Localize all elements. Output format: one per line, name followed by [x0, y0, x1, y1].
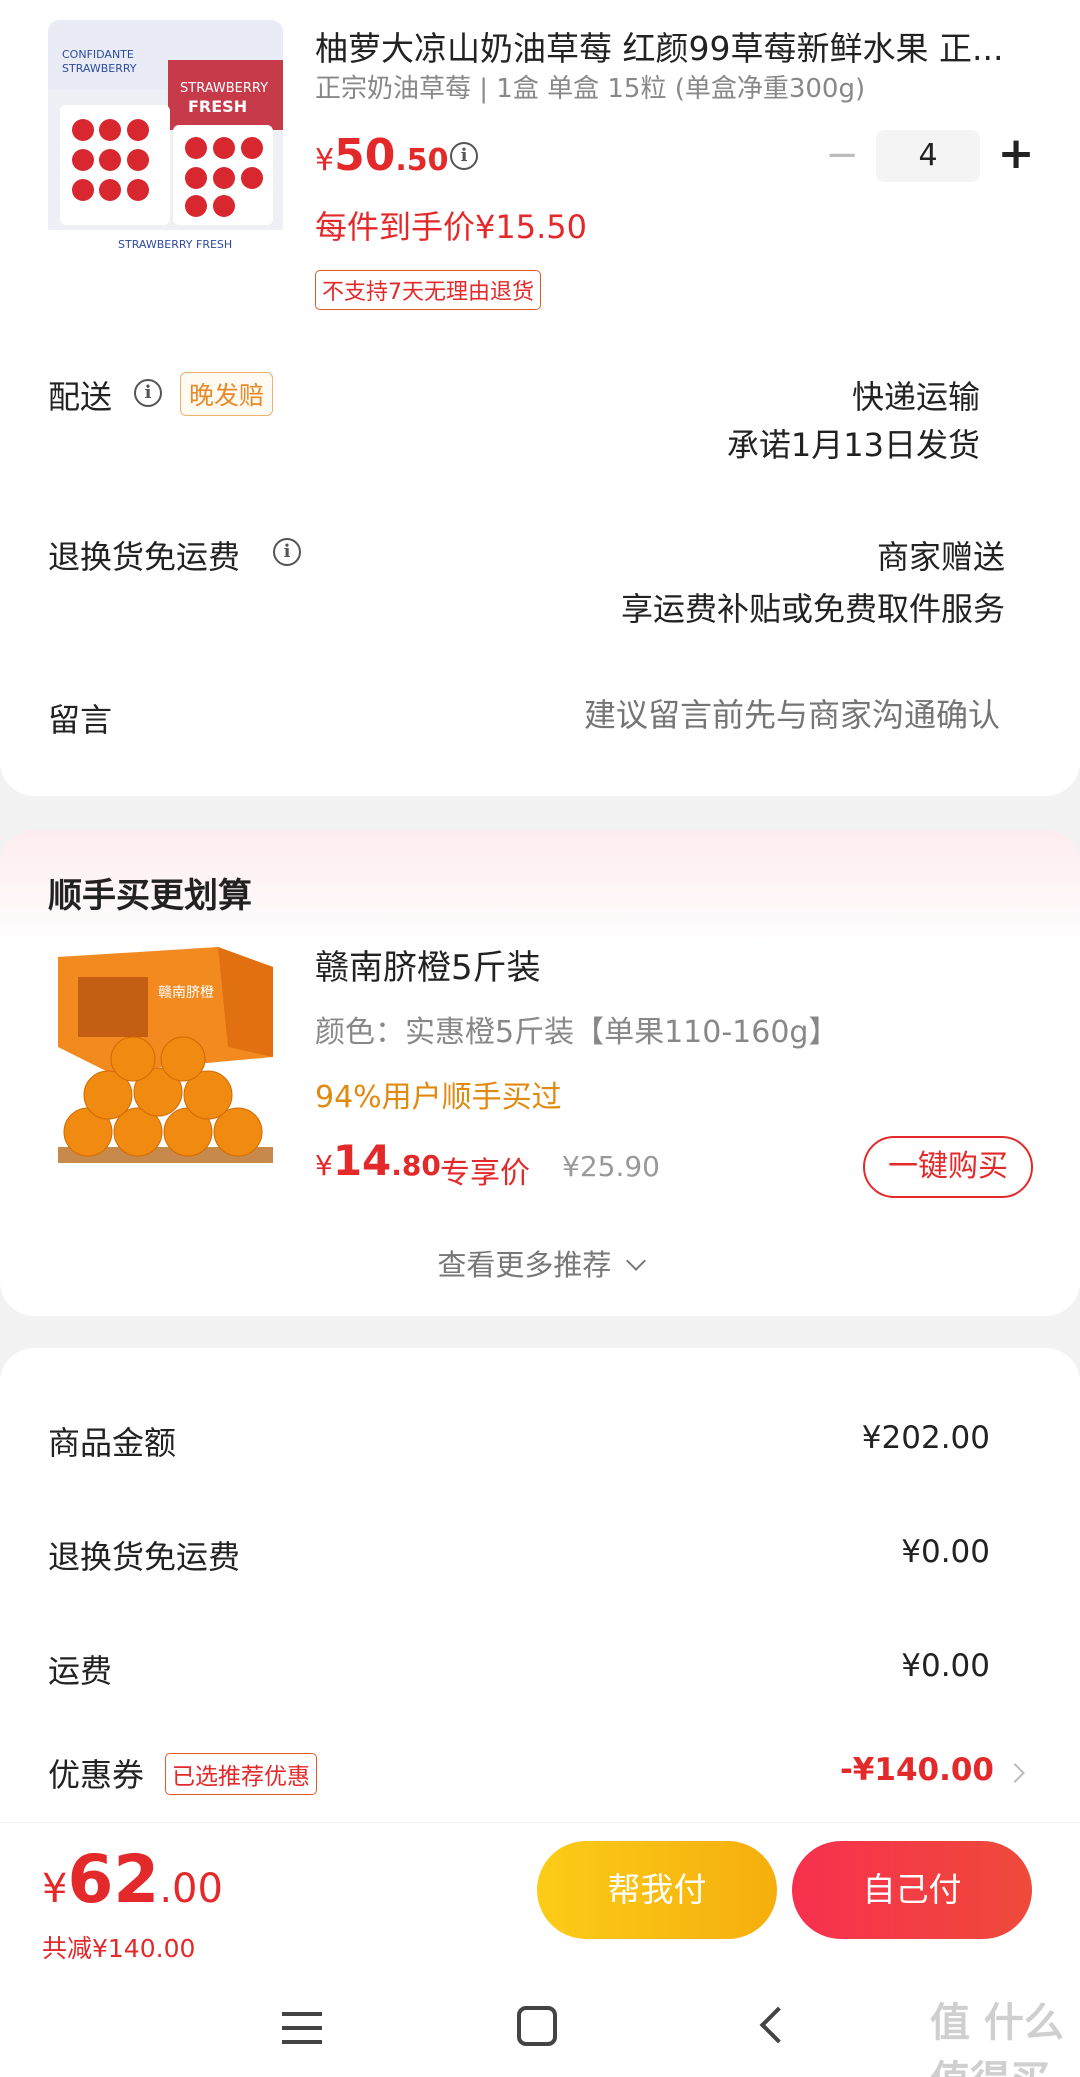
price-summary-card: 商品金额 ¥202.00 退换货免运费 ¥0.00 运费 ¥0.00 优惠券 已…: [0, 1348, 1080, 1828]
svg-text:FRESH: FRESH: [188, 97, 247, 116]
summary-row-value: ¥0.00: [901, 1534, 990, 1570]
svg-text:STRAWBERRY: STRAWBERRY: [180, 81, 268, 96]
chevron-down-icon: [625, 1251, 646, 1271]
recommend-price: ¥14.80: [315, 1136, 441, 1185]
summary-row-label: 退换货免运费: [48, 1538, 241, 1576]
price-int: 50: [334, 130, 396, 181]
delivery-label: 配送: [48, 378, 113, 416]
coupon-label: 优惠券: [48, 1756, 145, 1794]
recommend-bought: 94%用户顺手买过: [315, 1080, 562, 1115]
product-image[interactable]: CONFIDANTE STRAWBERRY STRAWBERRY FRESH S…: [48, 20, 283, 255]
summary-row-label: 商品金额: [48, 1424, 177, 1462]
late-compensation-tag: 晚发赔: [180, 372, 274, 416]
more-recommend-label: 查看更多推荐: [437, 1248, 612, 1282]
recommend-price-symbol: ¥: [315, 1149, 333, 1182]
return-policy-tag: 不支持7天无理由退货: [315, 270, 541, 310]
back-icon[interactable]: [759, 2006, 797, 2044]
price-symbol: ¥: [315, 143, 335, 178]
total-price: ¥62.00: [42, 1841, 223, 1918]
watermark-logo: 值 什么值得买: [930, 2000, 1064, 2077]
qty-minus-button[interactable]: −: [822, 130, 862, 180]
orange-box-label: 赣南脐橙: [158, 985, 214, 1001]
recommend-section-title: 顺手买更划算: [48, 876, 252, 916]
svg-text:STRAWBERRY: STRAWBERRY: [62, 62, 137, 75]
svg-text:STRAWBERRY FRESH: STRAWBERRY FRESH: [118, 238, 232, 251]
pay-bar: ¥62.00 共减¥140.00 帮我付 自己付: [0, 1822, 1080, 1982]
recommend-title[interactable]: 赣南脐橙5斤装: [315, 940, 541, 989]
return-freight-info-icon[interactable]: i: [273, 538, 301, 566]
delivery-method[interactable]: 快递运输: [852, 372, 980, 418]
svg-text:CONFIDANTE: CONFIDANTE: [62, 48, 134, 61]
home-icon[interactable]: [517, 2006, 557, 2046]
delivery-promise: 承诺1月13日发货: [726, 426, 980, 464]
recommend-image[interactable]: 赣南脐橙: [48, 937, 283, 1172]
delivery-info-icon[interactable]: i: [134, 379, 162, 407]
summary-row-value: ¥0.00: [901, 1648, 990, 1684]
return-freight-value: 商家赠送: [876, 538, 1005, 576]
return-freight-desc: 享运费补贴或免费取件服务: [620, 590, 1005, 628]
product-title[interactable]: 柚萝大凉山奶油草莓 红颜99草莓新鲜水果 正...: [315, 22, 1003, 70]
more-recommend-link[interactable]: 查看更多推荐: [0, 1242, 1080, 1284]
total-int: 62: [67, 1841, 160, 1918]
product-price: ¥50.50: [315, 130, 448, 181]
price-info-icon[interactable]: i: [450, 142, 478, 170]
return-freight-label: 退换货免运费: [48, 538, 241, 576]
summary-row-value: ¥202.00: [861, 1420, 990, 1456]
recommend-color: 颜色：实惠橙5斤装【单果110-160g】: [315, 1015, 839, 1050]
recommend-price-tag: 专享价: [440, 1156, 530, 1191]
menu-icon[interactable]: [282, 2012, 322, 2048]
price-dec: .50: [395, 143, 449, 178]
help-pay-button[interactable]: 帮我付: [537, 1841, 777, 1939]
summary-row-label: 运费: [48, 1652, 113, 1690]
coupon-value[interactable]: -¥140.00: [840, 1752, 994, 1788]
self-pay-button[interactable]: 自己付: [792, 1841, 1032, 1939]
total-symbol: ¥: [42, 1866, 68, 1912]
system-nav-bar: 值 什么值得买: [0, 1982, 1080, 2077]
unit-price: 每件到手价¥15.50: [315, 208, 587, 246]
quick-buy-button[interactable]: 一键购买: [863, 1136, 1033, 1198]
recommend-orig-price: ¥25.90: [562, 1150, 660, 1183]
order-item-card: CONFIDANTE STRAWBERRY STRAWBERRY FRESH S…: [0, 0, 1080, 796]
message-input[interactable]: [500, 690, 1000, 740]
message-label: 留言: [48, 701, 113, 739]
recommend-price-dec: .80: [391, 1149, 441, 1182]
recommend-card: 顺手买更划算 赣南脐橙 赣南脐橙5斤装 颜色：实惠橙5斤装【单果110-160g…: [0, 830, 1080, 1316]
recommend-price-int: 14: [332, 1136, 392, 1185]
saved-amount: 共减¥140.00: [42, 1934, 196, 1963]
total-dec: .00: [159, 1866, 223, 1912]
qty-plus-button[interactable]: +: [994, 126, 1038, 182]
coupon-tag: 已选推荐优惠: [165, 1753, 317, 1795]
product-spec[interactable]: 正宗奶油草莓 | 1盒 单盒 15粒 (单盒净重300g): [315, 68, 865, 105]
qty-input[interactable]: 4: [876, 130, 980, 182]
chevron-right-icon[interactable]: [1005, 1763, 1025, 1783]
